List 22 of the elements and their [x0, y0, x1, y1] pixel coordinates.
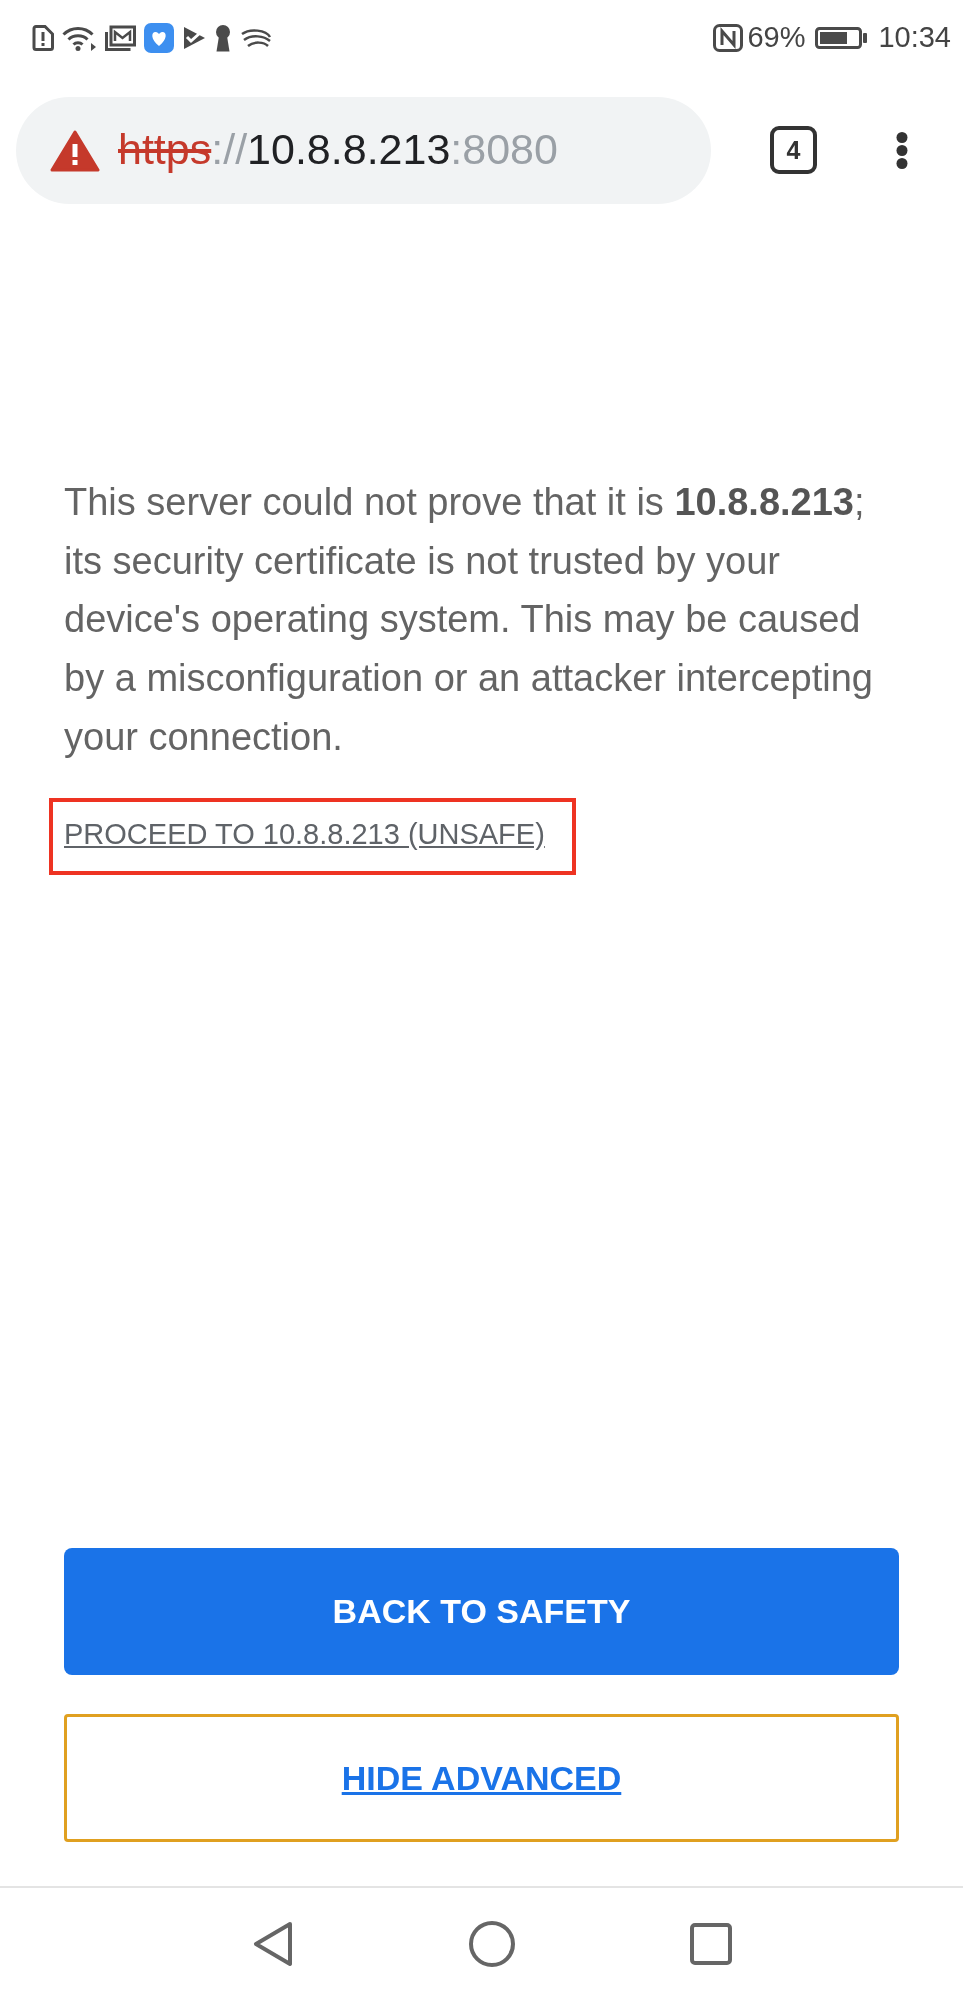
sim-alert-icon — [32, 24, 54, 51]
keyhole-icon — [214, 23, 232, 52]
nfc-icon — [713, 23, 744, 52]
back-icon[interactable] — [251, 1920, 294, 1967]
battery-percent: 69% — [747, 23, 806, 52]
home-icon[interactable] — [468, 1920, 515, 1967]
recents-icon[interactable] — [689, 1922, 732, 1965]
check-icon — [182, 24, 206, 51]
mail-icon — [105, 24, 136, 51]
address-bar[interactable]: https://10.8.8.213:8080 — [16, 96, 711, 204]
proceed-link[interactable]: PROCEED TO 10.8.8.213 (UNSAFE) — [64, 817, 545, 851]
link-button[interactable]: HIDE ADVANCED — [64, 1714, 899, 1842]
url-text: https://10.8.8.213:8080 — [118, 124, 558, 176]
tab-switcher-button[interactable]: 4 — [770, 126, 817, 174]
swirl-icon — [240, 27, 272, 48]
warning-message: This server could not prove that it is 10.8.8.213; its security certificate is not trusted by your device's operating system. This may be caused by a misconfiguration or an attacker intercepting your connection. — [64, 480, 874, 760]
primary-button[interactable]: BACK TO SAFETY — [64, 1548, 899, 1675]
clock-time: 10:34 — [878, 23, 951, 52]
battery-icon — [815, 26, 868, 49]
heart-app-icon — [144, 22, 174, 53]
wifi-icon — [62, 24, 97, 51]
menu-icon[interactable] — [896, 131, 908, 169]
